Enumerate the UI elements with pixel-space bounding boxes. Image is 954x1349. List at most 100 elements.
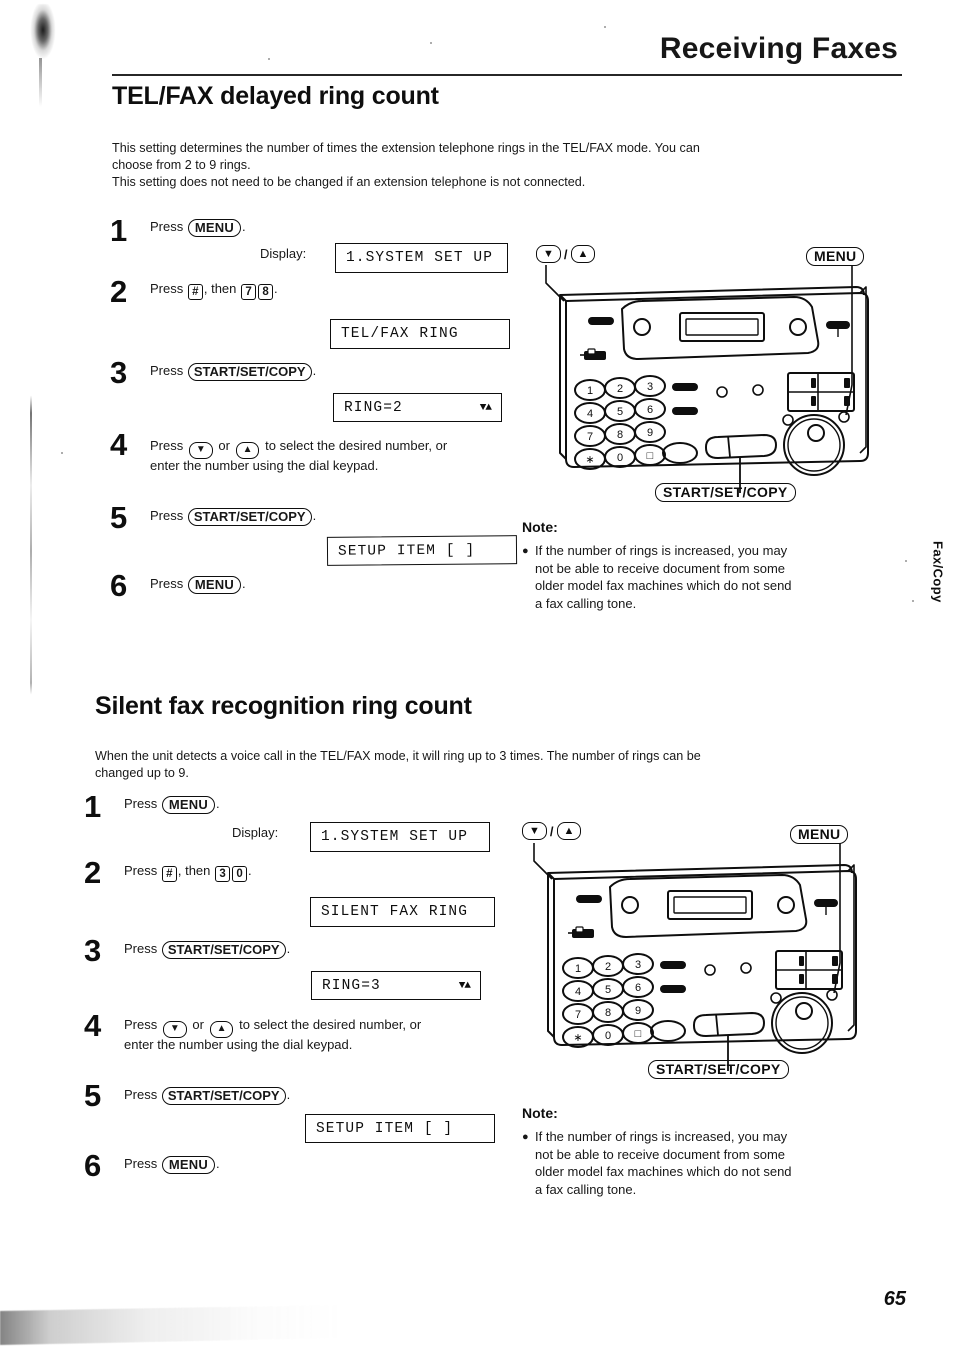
step-number: 4 — [84, 1008, 102, 1043]
period: . — [312, 363, 317, 378]
press-label: Press — [124, 941, 158, 956]
note-title: Note: — [522, 519, 558, 535]
keypad-digit-9: 9 — [635, 1005, 641, 1017]
step-1-text: Press MENU. — [124, 795, 220, 814]
callout-separator: / — [563, 246, 568, 262]
start-set-copy-key: START/SET/COPY — [161, 1087, 286, 1105]
menu-key: MENU — [161, 1156, 215, 1174]
hash-key: # — [161, 866, 177, 882]
step-1-text: Press MENU. — [150, 218, 246, 237]
press-label: Press — [124, 1017, 158, 1032]
keypad-digit-2: 2 — [617, 383, 623, 395]
arrow-up-icon: ▲ — [556, 822, 582, 840]
scan-speck — [61, 452, 63, 454]
keypad-star: ∗ — [573, 1032, 582, 1044]
press-label: Press — [150, 363, 184, 378]
step-2-text: Press #, then 30. — [124, 862, 252, 882]
page-number: 65 — [883, 1288, 906, 1310]
step-number: 6 — [110, 568, 128, 603]
lcd-text: TEL/FAX RING — [341, 326, 459, 342]
section-2-title: Silent fax recognition ring count — [95, 692, 472, 720]
scan-smudge-bottom — [0, 1302, 420, 1345]
period: . — [312, 508, 317, 523]
period: . — [215, 1156, 220, 1171]
scan-speck — [604, 26, 606, 28]
bullet-icon: ● — [522, 545, 529, 557]
keypad-digit-4: 4 — [587, 408, 593, 420]
scan-speck — [905, 560, 907, 562]
start-set-copy-key: START/SET/COPY — [187, 508, 312, 526]
keypad-digit-6: 6 — [635, 982, 641, 994]
step-number: 3 — [110, 355, 128, 390]
step-number: 6 — [84, 1148, 102, 1183]
keypad-digit-8: 8 — [605, 1007, 611, 1019]
arrow-up-key: ▲ — [235, 442, 260, 459]
section-2-intro-line-2: changed up to 9. — [95, 766, 189, 780]
lcd-display: SETUP ITEM [ ] — [305, 1114, 495, 1143]
lcd-display: 1.SYSTEM SET UP — [310, 822, 490, 852]
step-4-text: Press ▼ or ▲ to select the desired numbe… — [124, 1016, 494, 1053]
keypad-digit-8: 8 — [617, 429, 623, 441]
display-label: Display: — [260, 246, 307, 261]
menu-key: MENU — [161, 796, 215, 814]
step-4-line2: enter the number using the dial keypad. — [124, 1037, 353, 1052]
scan-smudge-tail — [39, 58, 42, 108]
then-label: , then — [203, 281, 237, 296]
lcd-text: SETUP ITEM [ ] — [316, 1120, 454, 1137]
lcd-text: SETUP ITEM [ ] — [337, 542, 476, 560]
note-line: not be able to receive document from som… — [535, 560, 786, 576]
note-line: a fax calling tone. — [535, 595, 637, 611]
period: . — [241, 576, 246, 591]
fax-machine-diagram: 1 2 3 4 5 6 7 8 9 ∗ 0 □ — [545, 265, 869, 493]
step-6-text: Press MENU. — [150, 575, 246, 594]
note-line: If the number of rings is increased, you… — [535, 1129, 788, 1144]
start-set-copy-key: START/SET/COPY — [161, 941, 286, 959]
lcd-text: 1.SYSTEM SET UP — [321, 829, 469, 845]
step-4-line2: enter the number using the dial keypad. — [150, 458, 379, 473]
period: . — [286, 941, 291, 956]
section-1-intro-line-1: This setting determines the number of ti… — [112, 141, 700, 155]
lcd-display: TEL/FAX RING — [330, 319, 510, 349]
keypad-hash: □ — [647, 450, 654, 462]
note-body: ● If the number of rings is increased, y… — [522, 1128, 872, 1198]
press-label: Press — [150, 576, 184, 591]
scan-speck — [912, 600, 914, 602]
header-divider — [112, 74, 902, 76]
step-5-text: Press START/SET/COPY. — [150, 507, 317, 526]
note-line: older model fax machines which do not se… — [535, 1164, 792, 1179]
menu-key: MENU — [187, 219, 241, 237]
note-body: ● If the number of rings is increased, y… — [522, 542, 872, 612]
menu-callout: MENU — [806, 247, 865, 266]
note-line: older model fax machines which do not se… — [535, 578, 792, 593]
lcd-arrows: ▼▲ — [479, 401, 492, 414]
fax-machine-diagram: 1 2 3 4 5 6 7 8 9 ∗ 0 □ — [533, 843, 857, 1071]
period: . — [286, 1087, 291, 1102]
keypad-digit-9: 9 — [647, 427, 653, 439]
bullet-icon: ● — [522, 1131, 529, 1143]
step-number: 2 — [110, 274, 128, 309]
step-number: 1 — [84, 789, 102, 824]
press-label: Press — [150, 219, 184, 234]
arrow-down-key: ▼ — [188, 442, 213, 459]
note-line: not be able to receive document from som… — [535, 1146, 786, 1162]
arrow-keys-callout: ▼ / ▲ — [522, 822, 582, 840]
scan-speck — [268, 58, 270, 60]
arrow-down-key: ▼ — [162, 1021, 187, 1038]
lcd-text: 1.SYSTEM SET UP — [346, 250, 494, 266]
press-label: Press — [150, 281, 184, 296]
keypad-digit-5: 5 — [605, 984, 611, 996]
step-3-text: Press START/SET/COPY. — [150, 362, 317, 381]
step-2-text: Press #, then 78. — [150, 280, 278, 300]
lcd-display: RING=2 ▼▲ — [333, 393, 502, 422]
keypad-digit-3: 3 — [647, 381, 653, 393]
section-side-tab: Fax/Copy — [930, 541, 946, 603]
period: . — [274, 281, 278, 296]
keypad-digit-0: 0 — [617, 452, 623, 464]
step-4-line1-tail: to select the desired number, or — [239, 1017, 422, 1032]
or-label: or — [218, 438, 230, 453]
lcd-text: RING=2 — [344, 399, 403, 416]
callout-separator: / — [549, 823, 554, 839]
step-number: 4 — [110, 427, 128, 462]
step-4-text: Press ▼ or ▲ to select the desired numbe… — [150, 437, 520, 474]
section-1-intro: This setting determines the number of ti… — [112, 140, 852, 191]
